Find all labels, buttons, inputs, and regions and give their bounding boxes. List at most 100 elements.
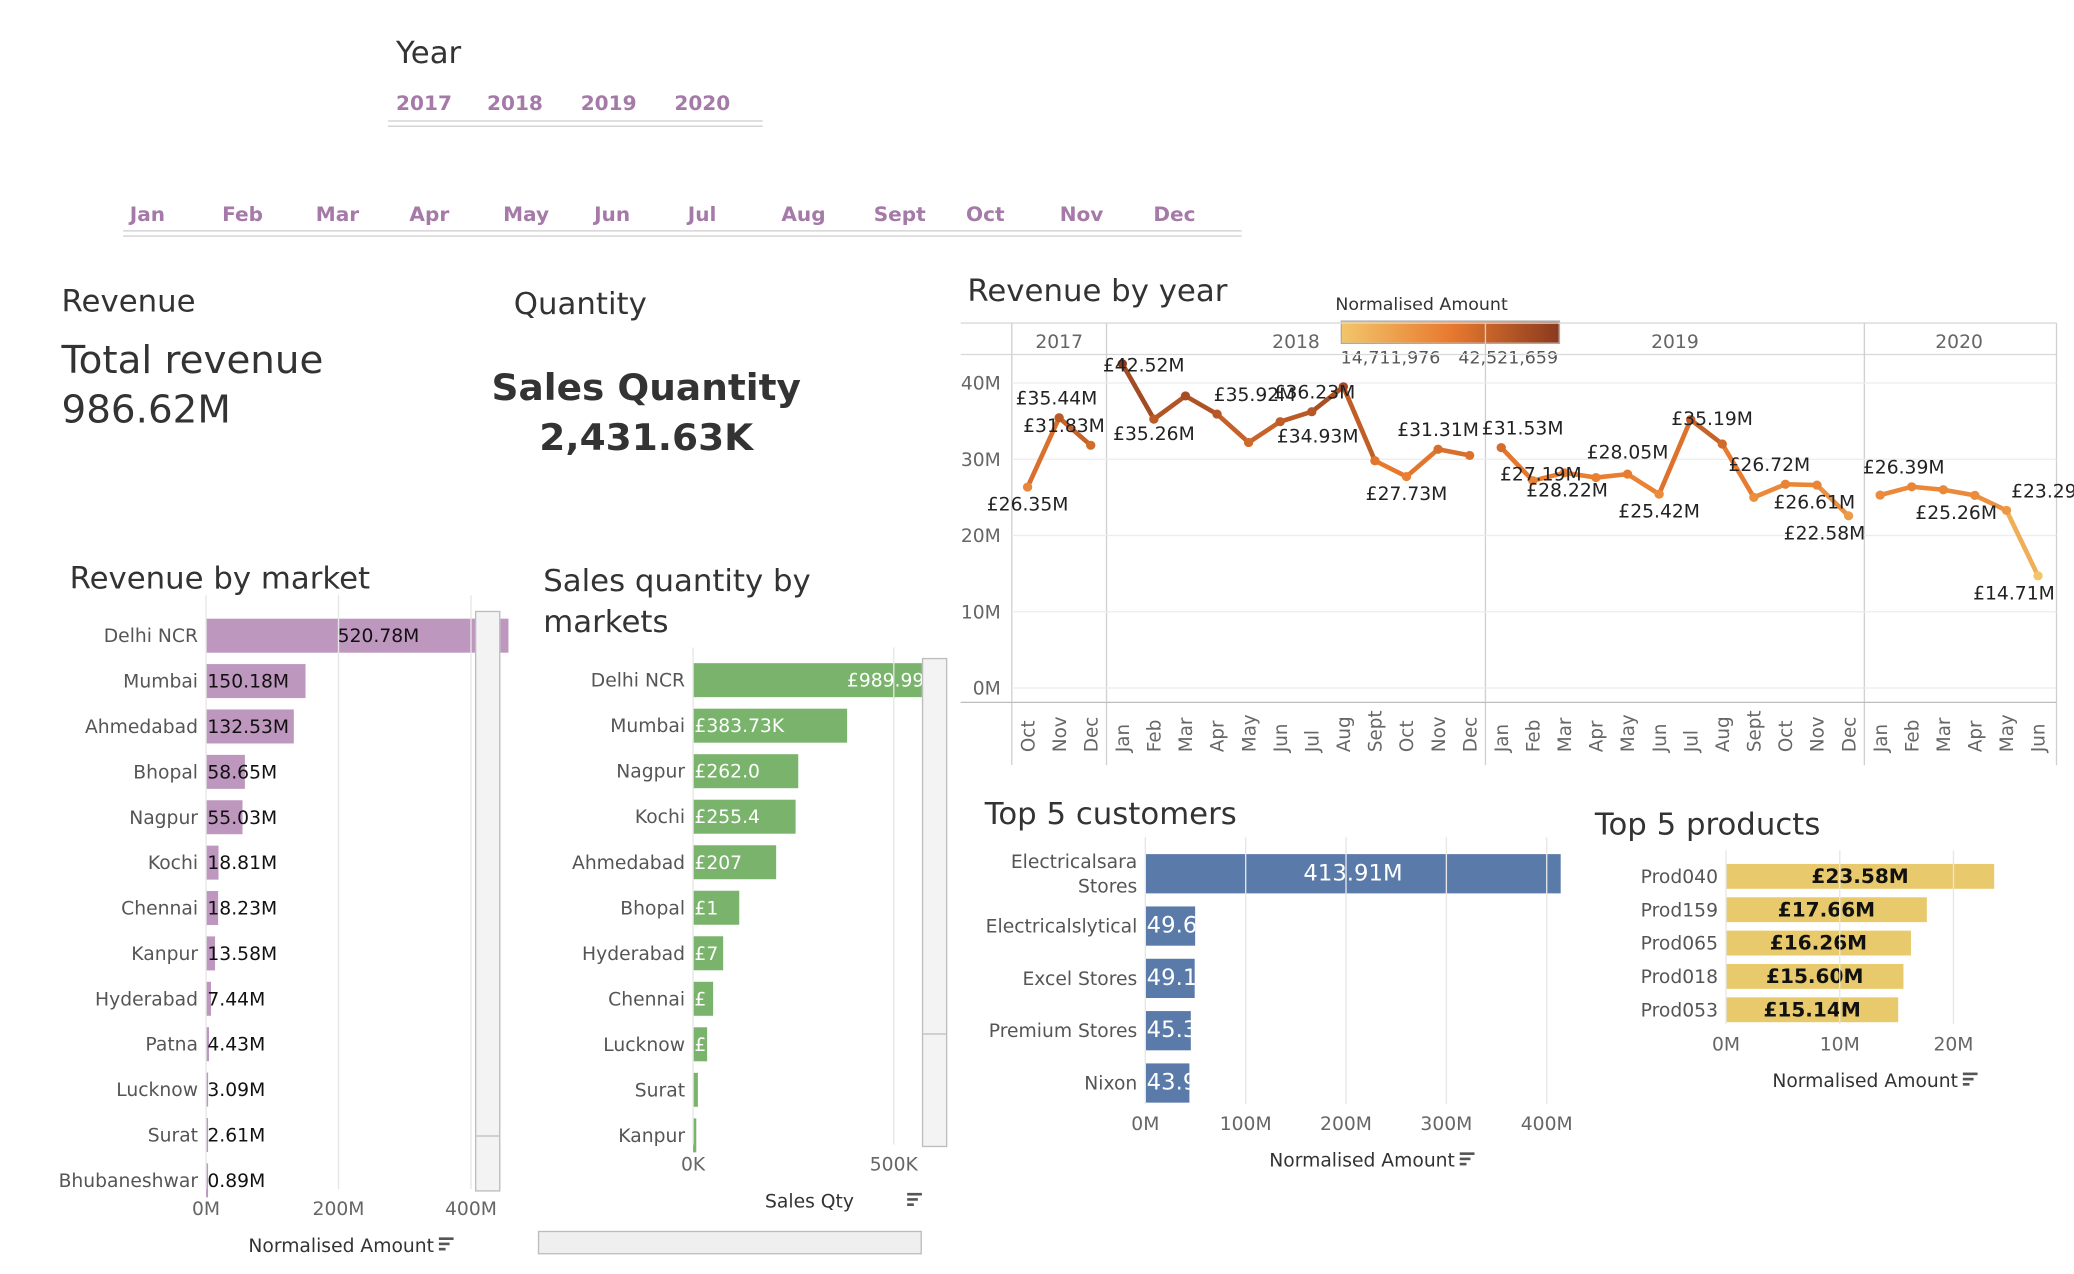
x-axis-title: Sales Qty: [765, 1191, 854, 1212]
month-tick-2018-sept: Sept: [1365, 710, 1386, 752]
point-label-2018-nov: £31.31M: [1397, 420, 1479, 441]
quantity-kpi-value: 2,431.63K: [539, 415, 754, 460]
bar-value-label: 7.44M: [207, 990, 265, 1011]
sales-quantity-chart: Delhi NCR £989.99K Mumbai £383.73K Nagpur £26…: [572, 647, 924, 1212]
data-point-2019-sept: [1749, 492, 1759, 502]
month-filter-feb[interactable]: Feb: [222, 203, 263, 227]
line-segment-2020: [1940, 487, 1978, 498]
month-filter-oct[interactable]: Oct: [966, 203, 1005, 227]
data-point-2018-feb: [1149, 414, 1159, 424]
category-label-nixon: Nixon: [1084, 1074, 1137, 1095]
year-filter-2020[interactable]: 2020: [674, 92, 730, 116]
bar-value-label: £: [694, 990, 706, 1011]
point-label-2018-jun: £34.93M: [1277, 427, 1359, 448]
bar-value-label: 132.53M: [207, 717, 289, 738]
y-tick-label: 20M: [961, 526, 1001, 547]
category-label-prod040: Prod040: [1641, 867, 1718, 888]
line-segment-2019: [1593, 471, 1630, 480]
sort-icon-bar: [1459, 1152, 1475, 1155]
revenue-kpi-value: 986.62M: [61, 387, 231, 432]
month-filter-jan[interactable]: Jan: [130, 203, 165, 227]
category-label-nagpur: Nagpur: [129, 808, 198, 829]
category-label-chennai: Chennai: [608, 990, 685, 1011]
month-tick-2018-oct: Oct: [1397, 720, 1418, 752]
line-segment-2018: [1183, 393, 1220, 417]
data-point-2019-nov: [1812, 480, 1822, 490]
category-label-bhopal: Bhopal: [620, 898, 685, 919]
month-filter-dec[interactable]: Dec: [1153, 203, 1195, 227]
month-filter-nov[interactable]: Nov: [1060, 203, 1104, 227]
data-point-2018-jul: [1307, 407, 1317, 417]
month-tick-2018-jan: Jan: [1113, 724, 1134, 753]
bar-value-label: 13.58M: [207, 944, 277, 965]
bar-value-label: 3.09M: [207, 1080, 265, 1101]
bar-value-label: £16.26M: [1770, 932, 1867, 955]
month-tick-2018-nov: Nov: [1429, 716, 1450, 752]
month-tick-2019-mar: Mar: [1555, 717, 1576, 752]
data-point-2017-dec: [1086, 440, 1096, 450]
month-filter-apr[interactable]: Apr: [409, 203, 449, 227]
category-label-nagpur: Nagpur: [616, 762, 685, 783]
category-label-delhi-ncr: Delhi NCR: [104, 626, 198, 647]
dashboard: Year 2017 2018 2019 2020 Jan Feb Mar Apr May Jun…: [0, 0, 2074, 1274]
scrollbar-thumb-edge: [476, 1135, 500, 1137]
line-segment-2018: [1214, 411, 1251, 445]
sort-icon-bar: [1962, 1083, 1970, 1086]
revenue-by-market-scrollbar[interactable]: [474, 610, 501, 1192]
year-filter-2018[interactable]: 2018: [487, 92, 543, 116]
quantity-kpi-label: Sales Quantity: [491, 366, 801, 410]
month-tick-2020-apr: Apr: [1965, 720, 1986, 752]
month-filter-jul[interactable]: Jul: [688, 203, 717, 227]
bar-value-label: £17.66M: [1778, 898, 1875, 921]
category-label-surat: Surat: [148, 1126, 198, 1147]
point-label-2018-jan: £42.52M: [1103, 356, 1185, 377]
point-label-2019-jun: £25.42M: [1618, 502, 1700, 523]
x-axis-title: Normalised Amount: [248, 1236, 434, 1257]
data-point-2020-mar: [1938, 485, 1948, 495]
revenue-kpi-label: Total revenue: [61, 337, 324, 382]
data-point-2019-aug: [1717, 439, 1727, 449]
quantity-kpi-title: Quantity: [513, 287, 647, 322]
point-label-2017-oct: £26.35M: [987, 495, 1069, 516]
category-label-kochi: Kochi: [148, 853, 198, 874]
x-tick-label: 100M: [1220, 1114, 1272, 1135]
sort-icon: [1962, 1072, 1978, 1086]
y-tick-label: 10M: [961, 602, 1001, 623]
x-tick-label: 0K: [681, 1155, 706, 1176]
month-tick-2019-jun: Jun: [1650, 723, 1671, 753]
x-tick-label: 200M: [1320, 1114, 1372, 1135]
line-segment-2018: [1372, 458, 1409, 479]
revenue-by-year-title: Revenue by year: [967, 274, 1228, 309]
point-label-2020-jun: £14.71M: [1973, 584, 2055, 605]
sales-quantity-hscrollbar[interactable]: [537, 1230, 922, 1255]
month-filter-jun[interactable]: Jun: [594, 203, 630, 227]
data-point-2020-jan: [1875, 490, 1885, 500]
bar-value-label: 55.03M: [207, 808, 277, 829]
month-tick-2019-feb: Feb: [1523, 720, 1544, 752]
category-label-mumbai: Mumbai: [123, 672, 198, 693]
data-point-2017-oct: [1022, 482, 1033, 492]
point-label-2020-feb: £26.39M: [1863, 458, 1945, 479]
category-label-kanpur: Kanpur: [618, 1126, 685, 1147]
data-point-2020-may: [2001, 505, 2012, 515]
line-segment-2020: [1909, 484, 1946, 493]
month-filter-sept[interactable]: Sept: [874, 203, 926, 227]
month-filter-divider: [123, 230, 1242, 232]
data-point-2018-apr: [1212, 409, 1222, 419]
x-tick-label: 0M: [1712, 1035, 1740, 1056]
year-filter-2017[interactable]: 2017: [396, 92, 452, 116]
month-filter-mar[interactable]: Mar: [316, 203, 359, 227]
category-label-lucknow: Lucknow: [116, 1080, 198, 1101]
month-tick-2020-may: May: [1997, 714, 2018, 752]
sort-icon-bar: [438, 1247, 446, 1251]
month-filter-aug[interactable]: Aug: [781, 203, 825, 227]
data-point-2020-jun: [2033, 571, 2043, 581]
month-filter-may[interactable]: May: [503, 203, 549, 227]
category-label-prod159: Prod159: [1641, 900, 1718, 921]
year-filter-2019[interactable]: 2019: [581, 92, 637, 116]
category-label-premium-stores: Premium Stores: [989, 1021, 1138, 1042]
point-label-2019-dec: £22.58M: [1784, 524, 1866, 545]
point-label-2020-apr: £25.26M: [1915, 503, 1997, 524]
sort-icon-bar: [907, 1192, 922, 1196]
month-tick-2019-jan: Jan: [1492, 724, 1513, 753]
